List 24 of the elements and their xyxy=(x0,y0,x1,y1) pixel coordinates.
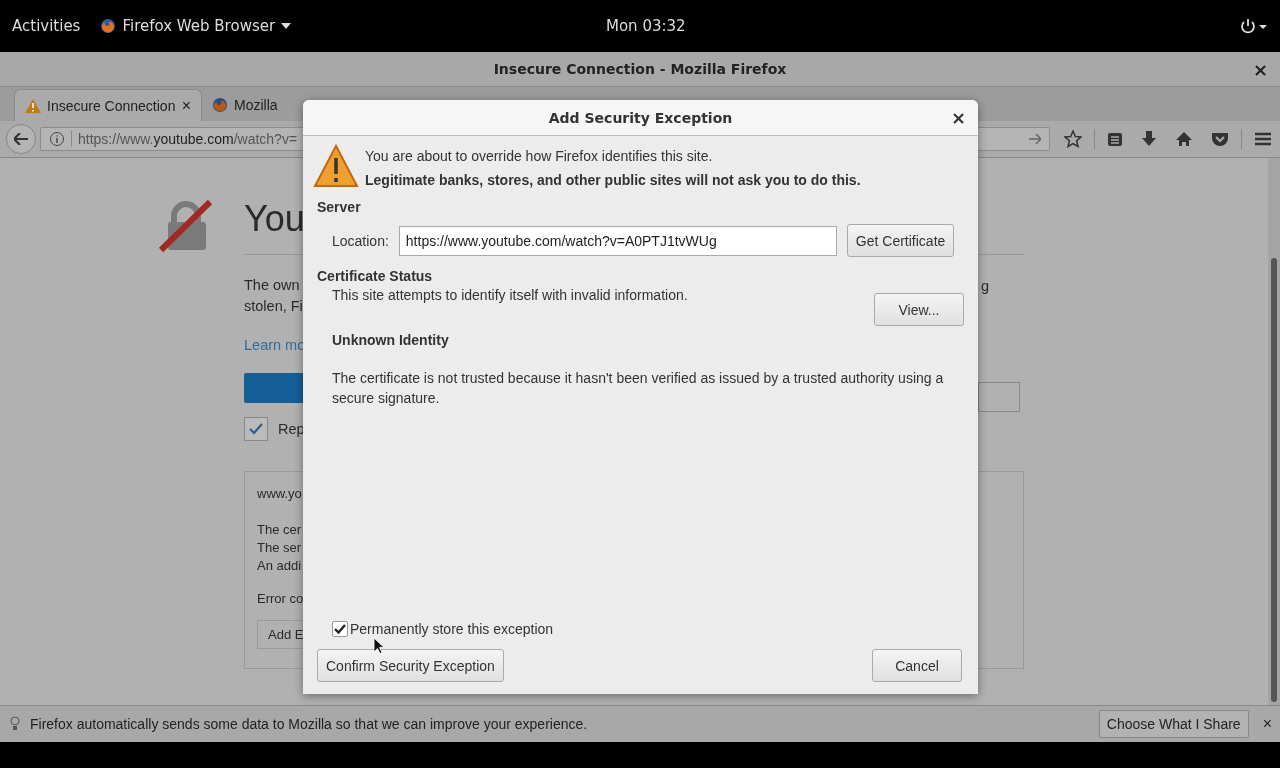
warning-text: Legitimate banks, stores, and other public sites will not ask you to do this. xyxy=(365,171,861,190)
page-text: stolen, Fi xyxy=(244,297,303,316)
page-text: g xyxy=(980,278,989,294)
details-text: The ser xyxy=(257,539,303,557)
location-label: Location: xyxy=(332,232,389,249)
warning-text: You are about to override how Firefox identifies this site. xyxy=(365,147,714,166)
status-text: This site attempts to identify itself with invalid information. xyxy=(332,287,688,303)
details-text: An addi xyxy=(257,557,303,575)
tab-label: Insecure Connection xyxy=(47,97,176,114)
report-label: Rep xyxy=(278,421,305,437)
identity-heading: Unknown Identity xyxy=(332,332,450,348)
details-text: Error co xyxy=(257,591,305,606)
section-heading: Server xyxy=(317,198,362,217)
window-title: Insecure Connection - Mozilla Firefox xyxy=(493,61,787,77)
page-text: The own xyxy=(244,276,300,295)
permanent-label: Permanently store this exception xyxy=(350,621,554,637)
identity-text: The certificate is not trusted because it hasn't been verified as issued by a trusted authority using a secure signature. xyxy=(332,369,945,408)
details-text: www.yo xyxy=(257,486,303,501)
page-heading: You xyxy=(244,198,305,240)
section-heading: Certificate Status xyxy=(317,267,434,286)
details-text: The cer xyxy=(257,521,303,539)
notification-text: Firefox automatically sends some data to Mozilla so that we can improve your experience. xyxy=(30,716,588,732)
dialog-title: Add Security Exception xyxy=(548,109,733,126)
tab-label: Mozilla xyxy=(234,97,278,113)
